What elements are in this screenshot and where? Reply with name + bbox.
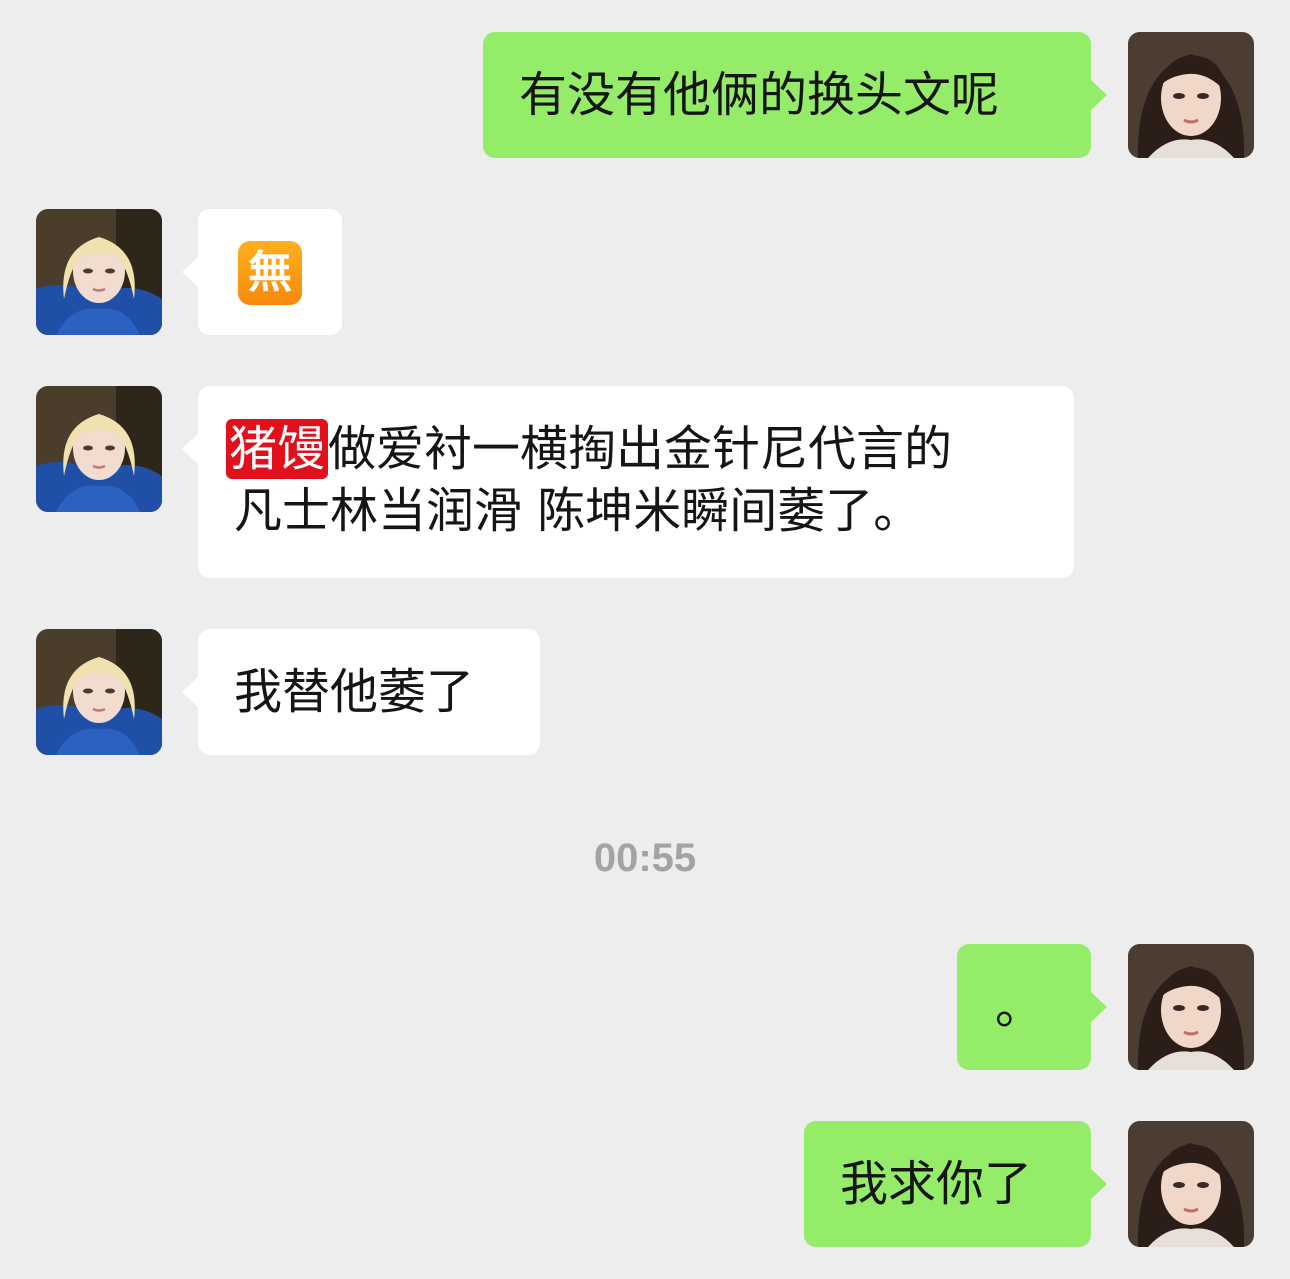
message-text: 我替他萎了 (234, 664, 475, 720)
message-bubble-received[interactable]: 無 (182, 209, 342, 335)
contact-avatar[interactable] (36, 629, 162, 755)
message-timestamp: 00:55 (593, 836, 697, 880)
message-text-line-2: 凡士林当润滑 陈坤米瞬间萎了。 (226, 480, 1046, 542)
self-avatar[interactable] (1128, 32, 1254, 158)
self-avatar[interactable] (1128, 944, 1254, 1070)
contact-avatar[interactable] (36, 386, 162, 512)
message-bubble-sent[interactable]: 。 (957, 944, 1107, 1070)
no-charge-emoji-icon: 無 (238, 241, 302, 305)
self-avatar[interactable] (1128, 1121, 1254, 1247)
message-bubble-sent[interactable]: 我求你了 (804, 1121, 1107, 1247)
message-text: 做爱衬一横掏出金针尼代言的 (328, 421, 953, 477)
message-bubble-received[interactable]: 我替他萎了 (182, 629, 540, 755)
message-text: 我求你了 (840, 1156, 1033, 1212)
message-text: 有没有他俩的换头文呢 (519, 67, 1000, 123)
message-bubble-received[interactable]: 猪馒做爱衬一横掏出金针尼代言的 凡士林当润滑 陈坤米瞬间萎了。 (182, 386, 1074, 578)
message-text: 凡士林当润滑 陈坤米瞬间萎了。 (234, 483, 922, 539)
message-text-line-1: 猪馒做爱衬一横掏出金针尼代言的 (226, 418, 1046, 480)
contact-avatar[interactable] (36, 209, 162, 335)
chat-window: 有没有他俩的换头文呢 無 猪馒做爱衬一横掏出金针尼代言的 凡士林当润滑 陈坤米瞬… (0, 0, 1290, 1279)
message-bubble-sent[interactable]: 有没有他俩的换头文呢 (483, 32, 1107, 158)
message-text: 。 (995, 979, 1044, 1035)
highlighted-name-tag: 猪馒 (226, 419, 329, 479)
